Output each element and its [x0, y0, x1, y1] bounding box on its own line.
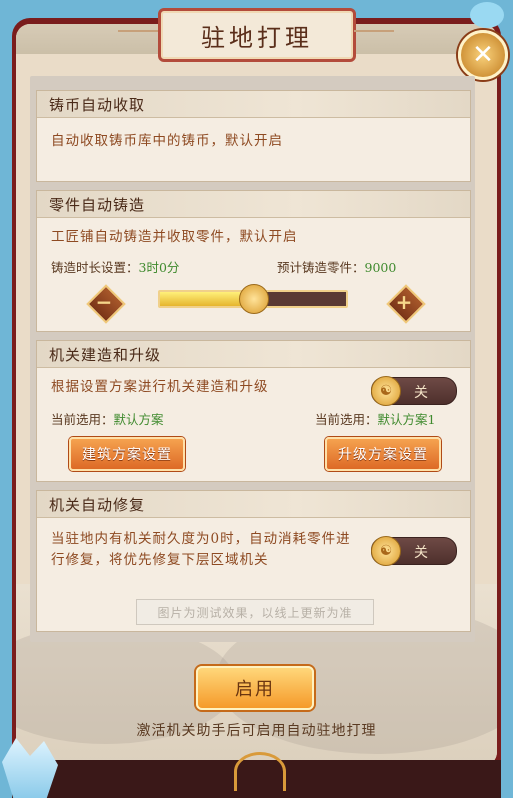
expected-value: 9000 — [364, 260, 397, 275]
section-desc: 当驻地内有机关耐久度为0时，自动消耗零件进行修复，将优先修复下层区域机关 — [51, 531, 351, 568]
section-desc: 工匠铺自动铸造并收取零件，默认开启 — [51, 229, 298, 245]
section-title: 机关自动修复 — [37, 491, 470, 518]
duration-setting: 铸造时长设置：3时0分 — [51, 257, 179, 276]
plus-icon: + — [395, 290, 413, 314]
upgrade-plan-button[interactable]: 升级方案设置 — [325, 437, 441, 471]
enable-button[interactable]: 启用 — [196, 666, 314, 710]
section-desc: 根据设置方案进行机关建造和升级 — [51, 379, 269, 395]
close-button[interactable]: ✕ — [458, 30, 508, 80]
settings-panel: 铸币自动收取 自动收取铸币库中的铸币，默认开启 零件自动铸造 工匠铺自动铸造并收… — [30, 76, 475, 642]
toggle-knob-icon: ☯ — [371, 376, 401, 406]
section-title: 铸币自动收取 — [37, 91, 470, 118]
test-watermark: 图片为测试效果，以线上更新为准 — [136, 599, 374, 625]
expected-label: 预计铸造零件： — [277, 260, 365, 275]
right-selected: 当前选用：默认方案1 — [315, 409, 435, 428]
left-selected: 当前选用：默认方案 — [51, 409, 164, 428]
duration-label: 铸造时长设置： — [51, 260, 139, 275]
selected-label: 当前选用： — [315, 412, 378, 427]
toggle-label: 关 — [414, 385, 428, 401]
section-mechanism-build: 机关建造和升级 根据设置方案进行机关建造和升级 ☯ 关 当前选用：默认方案 当前… — [36, 340, 471, 482]
build-toggle[interactable]: ☯ 关 — [371, 376, 457, 406]
page-title: 驻地打理 — [201, 23, 313, 52]
section-title: 机关建造和升级 — [37, 341, 470, 368]
selected-label: 当前选用： — [51, 412, 114, 427]
selected-value: 默认方案1 — [377, 412, 436, 427]
section-coin-collect: 铸币自动收取 自动收取铸币库中的铸币，默认开启 — [36, 90, 471, 182]
expected-parts: 预计铸造零件：9000 — [277, 257, 396, 276]
close-icon: ✕ — [472, 40, 494, 70]
mascot-icon — [470, 2, 504, 28]
section-desc: 自动收取铸币库中的铸币，默认开启 — [51, 133, 283, 149]
slider-handle[interactable] — [239, 284, 269, 314]
bottom-ornament — [234, 752, 286, 791]
selected-value: 默认方案 — [113, 412, 164, 427]
toggle-knob-icon: ☯ — [371, 536, 401, 566]
activation-hint: 激活机关助手后可启用自动驻地打理 — [136, 723, 377, 739]
toggle-label: 关 — [414, 545, 428, 561]
title-plaque: 驻地打理 — [158, 8, 356, 62]
repair-toggle[interactable]: ☯ 关 — [371, 536, 457, 566]
build-plan-button[interactable]: 建筑方案设置 — [69, 437, 185, 471]
duration-slider[interactable] — [158, 284, 348, 314]
section-title: 零件自动铸造 — [37, 191, 470, 218]
title-ornament-right — [354, 30, 394, 32]
duration-value: 3时0分 — [138, 260, 180, 275]
minus-icon: − — [95, 290, 113, 314]
title-ornament-left — [118, 30, 158, 32]
